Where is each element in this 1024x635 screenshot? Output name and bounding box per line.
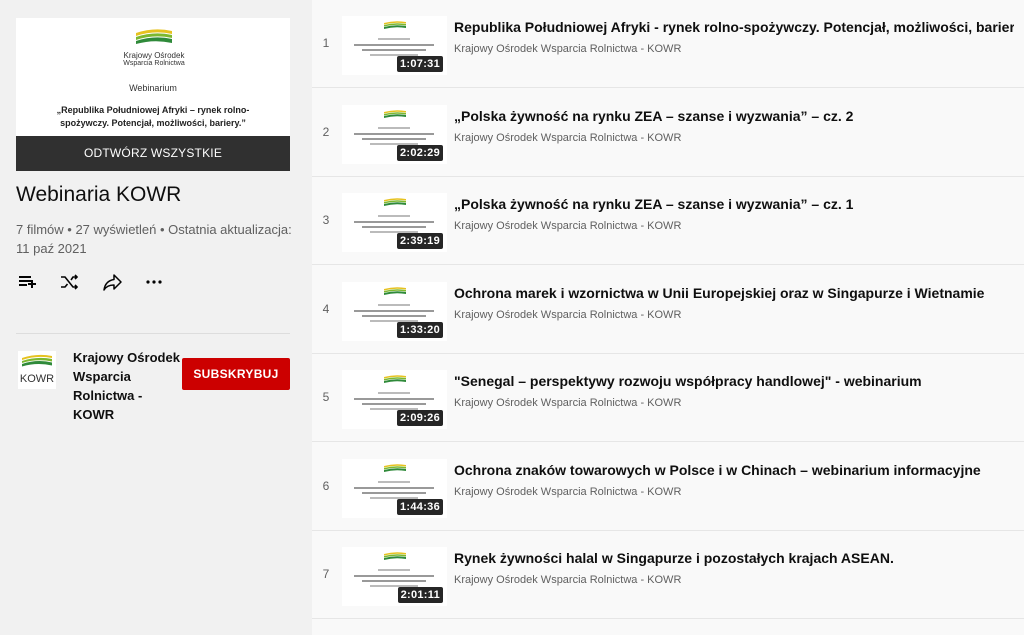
add-to-queue-icon[interactable] [16, 270, 40, 294]
video-index: 1 [322, 36, 330, 50]
avatar-text: KOWR [19, 373, 55, 385]
video-index: 4 [322, 301, 330, 316]
playlist-title: Webinaria KOWR [16, 183, 182, 206]
video-duration: 1:44:36 [396, 498, 443, 515]
playlist-video-list: 1 1:07:31 Republika Południowej Afryki -… [312, 0, 1024, 635]
video-index: 2 [322, 124, 330, 139]
video-duration: 1:33:20 [396, 321, 443, 338]
video-thumbnail[interactable]: 2:02:29 [342, 104, 447, 164]
video-channel[interactable]: Krajowy Ośrodek Wsparcia Rolnictwa - KOW… [454, 132, 681, 144]
video-duration: 1:07:31 [396, 56, 443, 72]
video-title[interactable]: Ochrona znaków towarowych w Polsce i w C… [454, 461, 1014, 479]
playlist-actions [16, 270, 176, 294]
playlist-video-row[interactable]: 2 2:02:29 „Polska żywność na rynku ZEA –… [312, 89, 1024, 177]
row-divider [312, 618, 1024, 619]
video-title[interactable]: „Polska żywność na rynku ZEA – szanse i … [454, 107, 1014, 125]
share-icon[interactable] [100, 270, 124, 294]
kowr-thumb-logo-icon [384, 463, 406, 472]
video-thumbnail[interactable]: 2:39:19 [342, 193, 447, 252]
video-channel[interactable]: Krajowy Ośrodek Wsparcia Rolnictwa - KOW… [454, 220, 681, 232]
playlist-video-row[interactable]: 4 1:33:20 Ochrona marek i wzornictwa w U… [312, 266, 1024, 354]
video-title[interactable]: Rynek żywności halal w Singapurze i pozo… [454, 549, 1014, 567]
video-channel[interactable]: Krajowy Ośrodek Wsparcia Rolnictwa - KOW… [454, 43, 681, 55]
playlist-video-row[interactable]: 3 2:39:19 „Polska żywność na rynku ZEA –… [312, 177, 1024, 265]
playlist-meta: 7 filmów • 27 wyświetleń • Ostatnia aktu… [16, 222, 292, 256]
logo-text-line2: Wsparcia Rolnictwa [123, 60, 185, 67]
playlist-video-row[interactable]: 6 1:44:36 Ochrona znaków towarowych w Po… [312, 443, 1024, 531]
channel-name[interactable]: Krajowy Ośrodek Wsparcia Rolnictwa - KOW… [73, 348, 183, 424]
video-title[interactable]: Ochrona marek i wzornictwa w Unii Europe… [454, 284, 1014, 302]
video-index: 5 [322, 390, 330, 404]
kowr-avatar-logo-icon [22, 354, 52, 367]
logo-text-line1: Krajowy Ośrodek [123, 51, 185, 60]
kowr-thumb-logo-icon [384, 375, 406, 383]
video-channel[interactable]: Krajowy Ośrodek Wsparcia Rolnictwa - KOW… [454, 486, 681, 498]
kowr-thumb-logo-icon [384, 552, 406, 560]
kowr-logo: Krajowy Ośrodek Wsparcia Rolnictwa [119, 27, 189, 67]
video-index: 6 [322, 478, 330, 493]
playlist-video-row[interactable]: 7 2:01:11 Rynek żywności halal w Singapu… [312, 531, 1024, 619]
video-thumbnail[interactable]: 2:09:26 [342, 370, 447, 429]
more-icon[interactable] [142, 270, 166, 294]
video-channel[interactable]: Krajowy Ośrodek Wsparcia Rolnictwa - KOW… [454, 397, 681, 409]
playlist-video-row[interactable]: 5 2:09:26 "Senegal – perspektywy rozwoju… [312, 354, 1024, 442]
playlist-sidebar: Krajowy Ośrodek Wsparcia Rolnictwa Webin… [0, 0, 312, 635]
video-duration: 2:09:26 [396, 410, 443, 426]
kowr-thumb-logo-icon [384, 109, 406, 118]
video-channel[interactable]: Krajowy Ośrodek Wsparcia Rolnictwa - KOW… [454, 574, 681, 586]
video-thumbnail[interactable]: 2:01:11 [342, 547, 447, 606]
play-all-button[interactable]: ODTWÓRZ WSZYSTKIE [16, 136, 290, 171]
playlist-video-row[interactable]: 1 1:07:31 Republika Południowej Afryki -… [312, 0, 1024, 88]
video-index: 3 [322, 213, 330, 227]
video-channel[interactable]: Krajowy Ośrodek Wsparcia Rolnictwa - KOW… [454, 309, 681, 321]
video-duration: 2:39:19 [396, 233, 443, 249]
playlist-owner: KOWR Krajowy Ośrodek Wsparcia Rolnictwa … [16, 345, 296, 422]
video-thumbnail[interactable]: 1:44:36 [342, 458, 447, 518]
hero-thumbnail-image: Krajowy Ośrodek Wsparcia Rolnictwa Webin… [16, 18, 290, 136]
hero-label: Webinarium [129, 83, 177, 93]
channel-avatar[interactable]: KOWR [18, 351, 56, 389]
video-title[interactable]: "Senegal – perspektywy rozwoju współprac… [454, 372, 1014, 390]
video-thumbnail[interactable]: 1:07:31 [342, 16, 447, 75]
subscribe-button[interactable]: SUBSKRYBUJ [182, 358, 290, 390]
video-index: 7 [322, 567, 330, 581]
kowr-thumb-logo-icon [384, 286, 406, 295]
shuffle-icon[interactable] [58, 270, 82, 294]
sidebar-divider [16, 333, 290, 334]
video-duration: 2:02:29 [396, 144, 443, 161]
video-duration: 2:01:11 [397, 587, 443, 603]
video-thumbnail[interactable]: 1:33:20 [342, 281, 447, 341]
kowr-logo-stripes-icon [136, 29, 172, 44]
hero-description: „Republika Południowej Afryki – rynek ro… [56, 105, 250, 128]
kowr-thumb-logo-icon [384, 21, 406, 29]
video-title[interactable]: „Polska żywność na rynku ZEA – szanse i … [454, 195, 1014, 213]
playlist-hero-thumbnail[interactable]: Krajowy Ośrodek Wsparcia Rolnictwa Webin… [16, 18, 290, 171]
kowr-thumb-logo-icon [384, 198, 406, 206]
video-title[interactable]: Republika Południowej Afryki - rynek rol… [454, 18, 1014, 36]
